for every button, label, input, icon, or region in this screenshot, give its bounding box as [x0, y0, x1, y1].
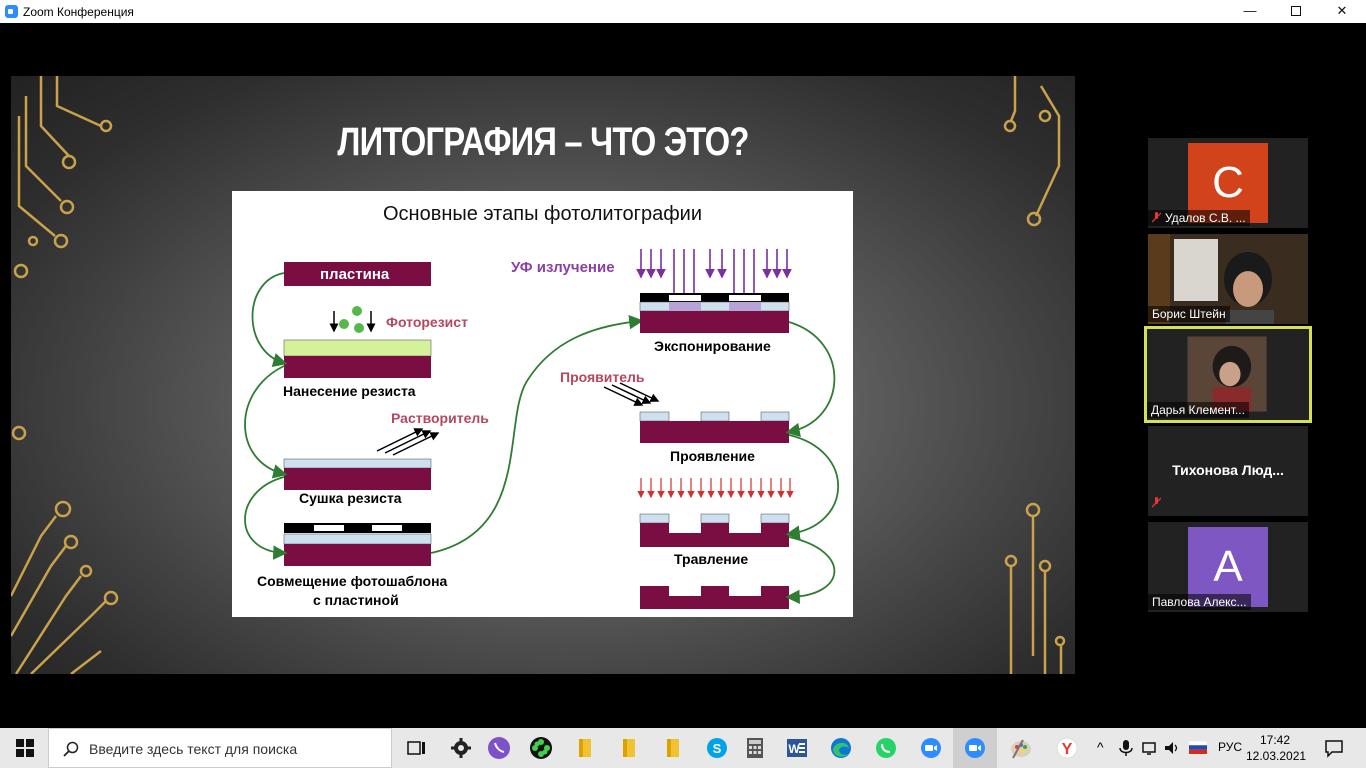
word-icon[interactable]: W [785, 736, 809, 760]
folder-icon[interactable] [617, 736, 641, 760]
window-title: Zoom Конференция [23, 5, 134, 19]
maximize-icon [1291, 6, 1301, 16]
task-view-icon[interactable] [405, 736, 429, 760]
whatsapp-icon[interactable] [874, 736, 898, 760]
participant-name-large: Тихонова Люд... [1172, 462, 1284, 478]
label-mask-align-2: с пластиной [313, 592, 399, 608]
label-solvent: Растворитель [391, 410, 489, 426]
close-button[interactable]: ✕ [1319, 0, 1365, 23]
zoom-meeting-icon[interactable] [963, 736, 987, 760]
svg-text:W: W [788, 742, 800, 756]
svg-text:Y: Y [1062, 741, 1073, 758]
participant-name: Дарья Клемент... [1147, 402, 1249, 418]
clock-time: 17:42 [1259, 733, 1291, 747]
muted-mic-icon [1152, 497, 1161, 508]
label-resist-dry: Сушка резиста [299, 490, 402, 506]
network-icon[interactable] [1141, 739, 1159, 757]
label-exposure: Экспонирование [654, 338, 771, 354]
zoom-app-icon [5, 5, 18, 18]
system-clock[interactable]: 17:42 12.03.2021 [1246, 732, 1307, 764]
russian-flag-icon[interactable] [1189, 741, 1207, 754]
maximize-button[interactable] [1273, 0, 1319, 23]
participant-tile[interactable]: Тихонова Люд... [1148, 426, 1308, 516]
shared-screen-slide: ЛИТОГРАФИЯ – ЧТО ЭТО? Основные этапы фот… [11, 76, 1075, 674]
participant-name: Удалов С.В. ... [1165, 211, 1246, 225]
participant-name: Павлова Алекс... [1148, 594, 1251, 610]
participant-tile[interactable]: С Удалов С.В. ... [1148, 138, 1308, 228]
label-resist-apply: Нанесение резиста [283, 383, 416, 399]
folder-icon[interactable] [573, 736, 597, 760]
photolithography-diagram: Основные этапы фотолитографии пластина Ф… [232, 191, 853, 617]
folder-icon[interactable] [661, 736, 685, 760]
search-icon [63, 741, 79, 757]
windows-logo-icon [16, 739, 34, 757]
diagram-graphics [244, 249, 839, 609]
meeting-stage: ЛИТОГРАФИЯ – ЧТО ЭТО? Основные этапы фот… [0, 23, 1366, 728]
paint-palette-icon[interactable] [1009, 736, 1033, 760]
windows-taskbar: Введите здесь текст для поиска S W Y ^ Р… [0, 728, 1366, 768]
label-etching: Травление [674, 551, 749, 567]
microphone-icon[interactable] [1117, 739, 1135, 757]
label-uv: УФ излучение [511, 259, 615, 276]
label-mask-align-1: Совмещение фотошаблона [257, 573, 448, 589]
language-indicator[interactable]: РУС [1218, 740, 1242, 754]
yandex-browser-icon[interactable]: Y [1055, 736, 1079, 760]
participant-tile[interactable]: А Павлова Алекс... [1148, 522, 1308, 612]
settings-gear-icon[interactable] [449, 736, 473, 760]
search-placeholder: Введите здесь текст для поиска [89, 741, 298, 757]
participant-name-bar: Удалов С.В. ... [1148, 210, 1250, 226]
taskbar-search-box[interactable]: Введите здесь текст для поиска [48, 728, 392, 768]
edge-browser-icon[interactable] [829, 736, 853, 760]
calculator-icon[interactable] [743, 736, 767, 760]
notifications-icon[interactable] [1324, 738, 1344, 758]
viber-icon[interactable] [487, 736, 511, 760]
label-photoresist: Фоторезист [386, 314, 468, 330]
tray-chevron-up-icon[interactable]: ^ [1097, 739, 1104, 755]
svg-text:S: S [713, 741, 722, 756]
minimize-button[interactable]: — [1227, 0, 1273, 23]
label-development: Проявление [670, 448, 755, 464]
clock-date: 12.03.2021 [1246, 749, 1307, 763]
skype-icon[interactable]: S [705, 736, 729, 760]
participant-tile-active-speaker[interactable]: Дарья Клемент... [1144, 326, 1312, 423]
participant-name: Борис Штейн [1148, 306, 1230, 322]
participant-tile[interactable]: Борис Штейн [1148, 234, 1308, 324]
window-titlebar: Zoom Конференция — ✕ [0, 0, 1366, 23]
start-button[interactable] [0, 728, 48, 768]
label-developer: Проявитель [560, 369, 645, 385]
volume-icon[interactable] [1163, 739, 1181, 757]
zoom-icon[interactable] [919, 736, 943, 760]
muted-mic-icon [1152, 212, 1161, 223]
label-plate: пластина [320, 266, 390, 283]
icq-icon[interactable] [529, 736, 553, 760]
slide-title: ЛИТОГРАФИЯ – ЧТО ЭТО? [337, 120, 749, 164]
